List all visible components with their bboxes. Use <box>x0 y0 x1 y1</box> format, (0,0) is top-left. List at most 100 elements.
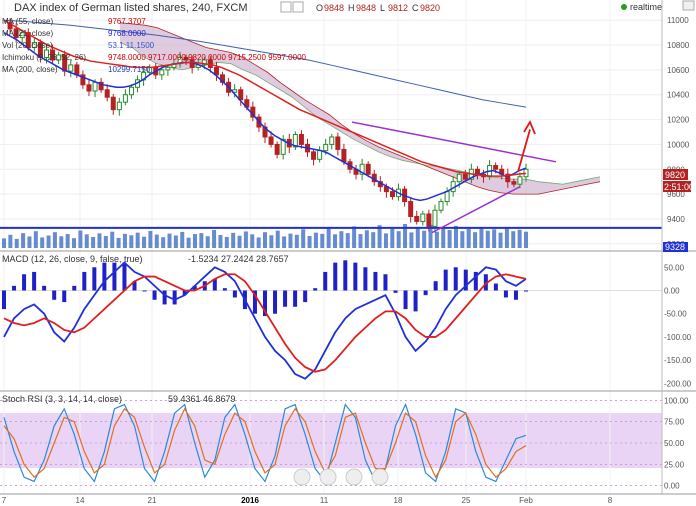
macd-tick-label: -200.00 <box>664 379 692 388</box>
macd-histogram-bar <box>152 290 157 300</box>
candle-body <box>122 94 128 103</box>
time-tick-label: 14 <box>76 496 85 505</box>
macd-histogram-bar <box>232 290 237 298</box>
macd-histogram-bar <box>102 262 107 291</box>
volume-bar <box>250 234 255 248</box>
candle-body <box>456 173 462 183</box>
macd-histogram-bar <box>82 271 87 291</box>
candle-body <box>341 148 347 163</box>
volume-bar <box>40 237 45 248</box>
chart-root: 9200940096009800100001020010400106001080… <box>0 0 696 505</box>
rsi-tick-label: 100.00 <box>664 396 689 405</box>
macd-tick-label: -50.00 <box>664 310 687 319</box>
volume-bar <box>231 232 236 248</box>
scroll-right-button[interactable] <box>371 468 389 486</box>
time-tick-label: Feb <box>519 496 533 505</box>
ohlc-value: 9848 <box>356 3 376 13</box>
scroll-up-button[interactable] <box>682 0 695 11</box>
volume-bar <box>8 234 13 248</box>
volume-bar <box>212 230 217 248</box>
realtime-dot <box>621 4 627 10</box>
time-tick-label: 8 <box>608 496 613 505</box>
volume-bar <box>511 231 516 248</box>
price-tick-label: 10600 <box>667 66 690 75</box>
volume-bar <box>199 233 204 248</box>
ohlc-key: H <box>348 3 355 13</box>
macd-tick-label: 50.00 <box>664 263 685 272</box>
ohlc-value: 9812 <box>388 3 408 13</box>
time-tick-label: 2016 <box>241 496 259 505</box>
volume-bar <box>524 231 528 248</box>
zoom-out-button[interactable] <box>319 468 337 486</box>
legend-value: 9748.0000 9717.0000 9820.0000 9715.2500 … <box>108 53 307 62</box>
macd-histogram-bar <box>333 262 338 291</box>
ohlc-value: 9848 <box>324 3 344 13</box>
last-price-text: 9820 <box>665 170 685 180</box>
macd-panel[interactable] <box>0 252 662 390</box>
macd-histogram-bar <box>222 288 227 291</box>
macd-histogram-bar <box>403 290 408 310</box>
macd-histogram-bar <box>433 281 438 291</box>
volume-bar <box>243 231 248 248</box>
macd-histogram-bar <box>172 290 177 305</box>
volume-bar <box>492 229 497 248</box>
volume-bar <box>301 229 306 248</box>
chart-title: DAX index of German listed shares, 240, … <box>14 2 248 14</box>
macd-tick-label: -150.00 <box>664 356 692 365</box>
legend-value: 9768.0000 <box>108 29 146 38</box>
candle-body <box>298 133 304 145</box>
time-tick-label: 21 <box>148 496 157 505</box>
candle-body <box>462 173 468 180</box>
legend-value: 9767.3707 <box>108 17 146 26</box>
time-tick-label: 25 <box>462 496 471 505</box>
price-tick-label: 10400 <box>667 91 690 100</box>
volume-bar <box>358 234 363 248</box>
volume-bar <box>78 230 83 248</box>
price-tick-label: 9400 <box>667 215 685 224</box>
volume-bar <box>263 232 267 248</box>
candle-body <box>444 191 450 203</box>
candle-body <box>116 101 122 111</box>
macd-histogram-bar <box>323 271 328 291</box>
macd-tick-label: 0.00 <box>664 287 680 296</box>
volume-bar <box>65 234 70 248</box>
candle-body <box>414 215 420 222</box>
macd-histogram-bar <box>423 290 428 296</box>
legend-label: MA (55, close) <box>2 17 53 26</box>
legend-label: Vol (20, close) <box>2 41 53 50</box>
macd-histogram-bar <box>142 290 147 292</box>
macd-legend-label: MACD (12, 26, close, 9, false, true) <box>2 254 143 264</box>
legend-value: 53.1 11.1500 <box>108 41 155 50</box>
candle-body <box>68 64 74 72</box>
volume-bar <box>275 230 280 248</box>
candle-body <box>165 66 171 71</box>
macd-histogram-bar <box>443 269 448 291</box>
rsi-legend-value: 59.4361 46.8679 <box>168 394 236 404</box>
volume-bar <box>504 228 509 248</box>
rsi-tick-label: 25.00 <box>664 460 685 469</box>
volume-bar <box>167 233 172 248</box>
candle-body <box>335 136 341 150</box>
macd-histogram-bar <box>363 267 368 291</box>
macd-histogram-bar <box>513 290 518 300</box>
macd-histogram-bar <box>524 290 528 292</box>
volume-bar <box>460 231 465 248</box>
candle-body <box>274 143 280 155</box>
volume-bar <box>91 236 96 248</box>
time-tick-label: 11 <box>320 496 329 505</box>
rsi-legend-label: Stoch RSI (3, 3, 14, 14, close) <box>2 394 122 404</box>
macd-histogram-bar <box>32 271 37 291</box>
time-tick-label: 7 <box>2 496 7 505</box>
macd-histogram-bar <box>42 285 47 291</box>
candle-body <box>86 84 92 92</box>
volume-bar <box>72 238 77 248</box>
price-tick-label: 11000 <box>667 16 689 25</box>
price-tick-label: 10800 <box>667 41 690 50</box>
price-tick-label: 10200 <box>667 116 690 125</box>
volume-bar <box>434 231 439 248</box>
zoom-in-button[interactable] <box>345 468 363 486</box>
volume-bar <box>320 233 325 248</box>
macd-histogram-bar <box>453 267 458 291</box>
scroll-left-button[interactable] <box>293 468 311 486</box>
rsi-tick-label: 50.00 <box>664 439 685 448</box>
